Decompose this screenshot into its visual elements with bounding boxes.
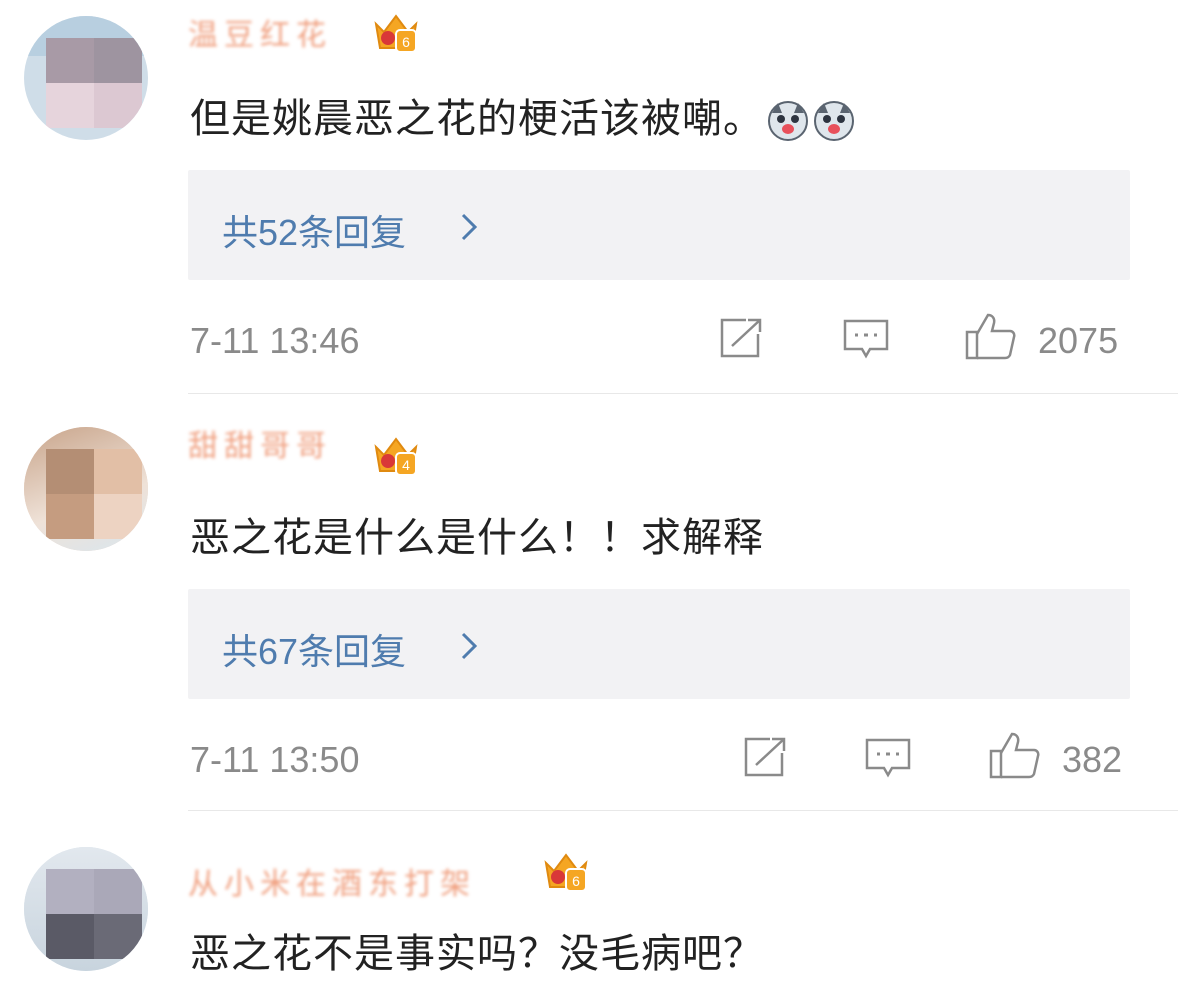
comment-text: 但是姚晨恶之花的梗活该被嘲。 [190, 86, 856, 144]
view-replies-link[interactable]: 共67条回复 [222, 623, 406, 675]
comment-icon[interactable] [864, 737, 912, 779]
username[interactable]: 甜甜哥哥 [188, 419, 358, 464]
comment-text: 恶之花不是事实吗？没毛病吧？ [190, 931, 764, 977]
svg-text:4: 4 [402, 457, 410, 473]
svg-text:6: 6 [402, 34, 410, 50]
divider [188, 810, 1178, 811]
avatar[interactable] [24, 847, 148, 971]
avatar[interactable] [24, 427, 148, 551]
crown-level-badge-icon: 6 [374, 14, 418, 53]
chevron-right-icon [461, 632, 478, 660]
comment-feed: 温豆红花 6 但是姚晨恶之花的梗活该被嘲。 共52条回复 7-11 13:46 … [0, 0, 1178, 992]
timestamp: 7-11 13:50 [190, 739, 360, 780]
svg-text:6: 6 [572, 873, 580, 889]
like-count: 2075 [1038, 320, 1119, 361]
replies-box[interactable]: 共52条回复 [188, 170, 1130, 280]
chevron-right-icon [461, 213, 478, 241]
thumbs-up-icon[interactable] [964, 312, 1016, 360]
comment-item: 甜甜哥哥 4 恶之花是什么是什么！！求解释 共67条回复 7-11 13:50 [0, 395, 1178, 813]
divider [188, 393, 1178, 394]
replies-box[interactable]: 共67条回复 [188, 589, 1130, 699]
crown-level-badge-icon: 6 [544, 853, 588, 892]
comment-icon[interactable] [842, 318, 890, 360]
like-count: 382 [1062, 739, 1123, 780]
crown-level-badge-icon: 4 [374, 437, 418, 476]
comment-text: 恶之花是什么是什么！！求解释 [190, 515, 764, 561]
view-replies-link[interactable]: 共52条回复 [222, 204, 406, 256]
avatar[interactable] [24, 16, 148, 140]
timestamp: 7-11 13:46 [190, 320, 360, 361]
thumbs-up-icon[interactable] [988, 731, 1040, 779]
husky-dog-emoji-icon [768, 101, 808, 141]
comment-item: 从小米在酒东打架 6 恶之花不是事实吗？没毛病吧？ [0, 813, 1178, 992]
comment-item: 温豆红花 6 但是姚晨恶之花的梗活该被嘲。 共52条回复 7-11 13:46 … [0, 0, 1178, 395]
husky-dog-emoji-icon [814, 101, 854, 141]
username[interactable]: 从小米在酒东打架 [188, 857, 538, 902]
username[interactable]: 温豆红花 [188, 8, 358, 53]
share-icon[interactable] [742, 737, 788, 779]
share-icon[interactable] [718, 318, 764, 360]
